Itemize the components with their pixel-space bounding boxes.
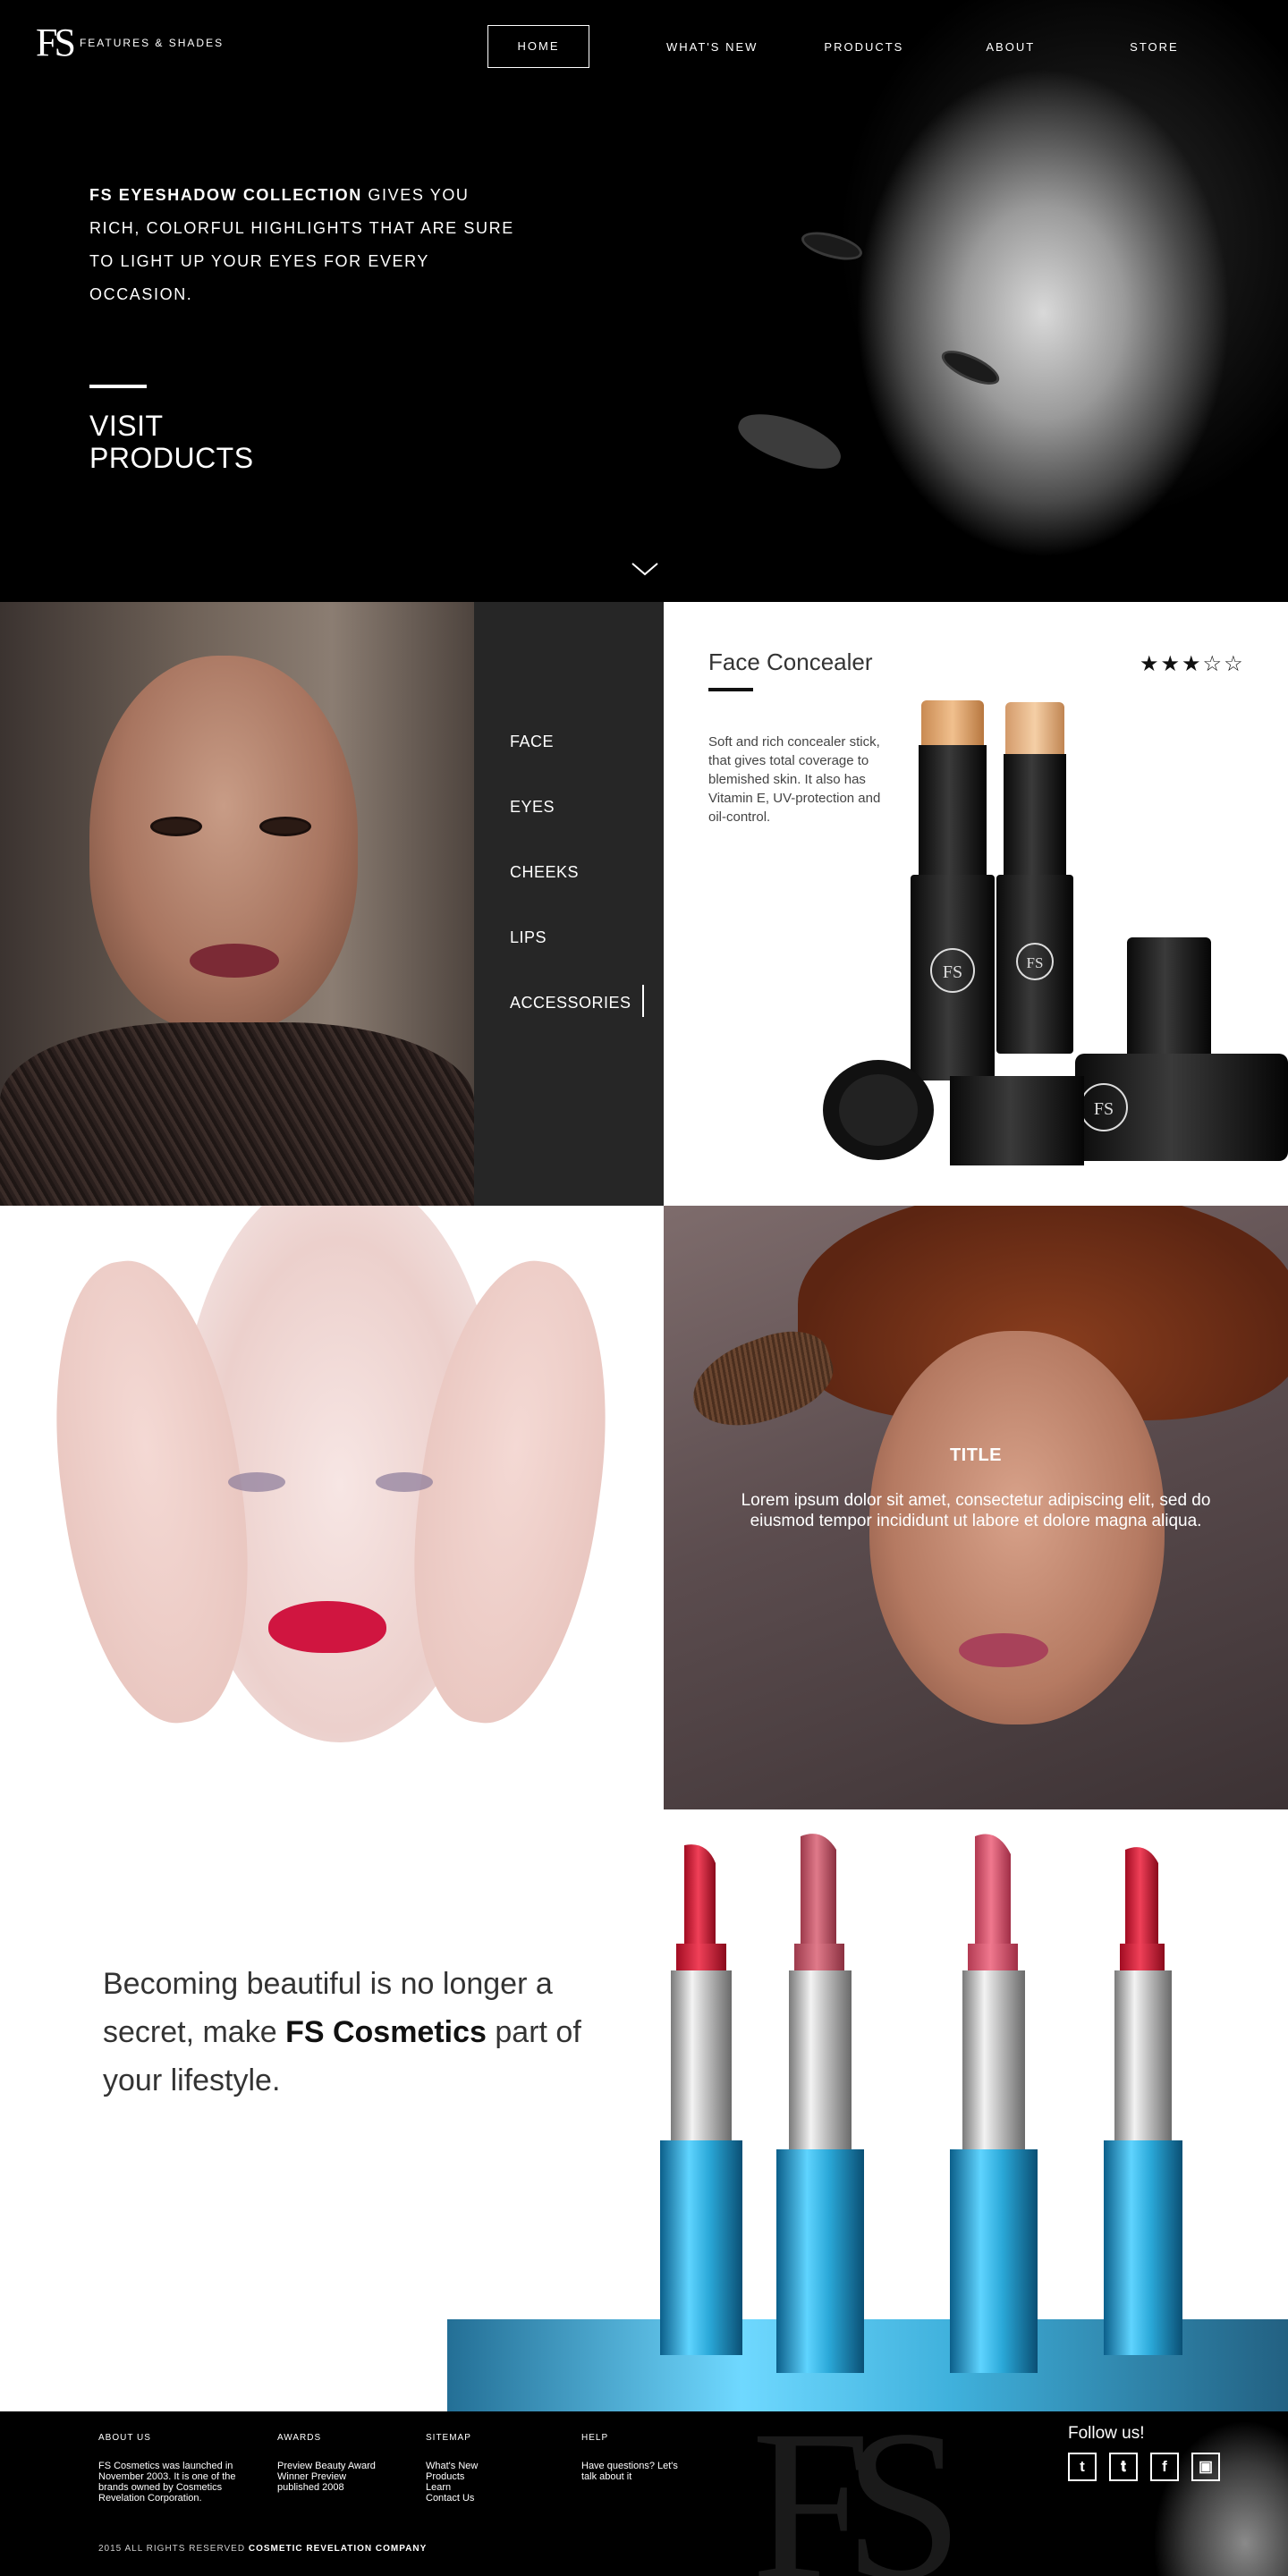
- star-filled-icon[interactable]: ★: [1140, 654, 1159, 675]
- feather-collar: [0, 1022, 474, 1206]
- sitemap-link[interactable]: What's New: [426, 2461, 524, 2471]
- main-nav: HOME WHAT'S NEW PRODUCTS ABOUT STORE: [487, 25, 1179, 68]
- footer-awards: AWARDS Preview Beauty Award Winner Previ…: [277, 2433, 376, 2493]
- copyright: 2015 ALL RIGHTS RESERVED COSMETIC REVELA…: [98, 2544, 427, 2554]
- category-list: FACE EYES CHEEKS LIPS ACCESSORIES: [510, 733, 631, 1059]
- feature-title: TITLE: [949, 1445, 1003, 1465]
- company-name: COSMETIC REVELATION COMPANY: [248, 2544, 428, 2554]
- sitemap-link[interactable]: Contact Us: [426, 2493, 524, 2504]
- category-item-face[interactable]: FACE: [510, 733, 631, 798]
- nav-products[interactable]: PRODUCTS: [824, 40, 903, 54]
- scroll-down-chevron-icon[interactable]: [631, 560, 658, 578]
- portrait-image-feather: [0, 602, 474, 1206]
- hero-lips: [732, 402, 848, 479]
- hero-headline-bold: FS EYESHADOW COLLECTION: [89, 186, 362, 204]
- feature-text: Lorem ipsum dolor sit amet, consectetur …: [741, 1491, 1211, 1530]
- brand-name: FEATURES & SHADES: [79, 37, 225, 49]
- product-card: Face Concealer ★ ★ ★ ☆ ☆ Soft and rich conce…: [664, 602, 1288, 1206]
- category-item-eyes[interactable]: EYES: [510, 798, 631, 863]
- star-empty-icon[interactable]: ☆: [1224, 654, 1243, 675]
- category-item-cheeks[interactable]: CHEEKS: [510, 863, 631, 928]
- portrait-eye-left: [150, 817, 202, 836]
- footer-about: ABOUT US FS Cosmetics was launched in No…: [98, 2433, 242, 2504]
- svg-text:FS: FS: [1027, 954, 1044, 971]
- portrait-eye-right: [376, 1472, 433, 1492]
- footer-about-text: FS Cosmetics was launched in November 20…: [98, 2461, 236, 2504]
- sitemap-link[interactable]: Learn: [426, 2482, 524, 2493]
- brand-logo[interactable]: FS FEATURES & SHADES: [36, 23, 224, 63]
- portrait-image-hands: [0, 1206, 664, 1809]
- feature-lips: [959, 1633, 1048, 1667]
- hero-eye-right: [936, 343, 1004, 392]
- svg-text:FS: FS: [943, 962, 962, 982]
- footer-watermark-logo: FS: [751, 2411, 963, 2576]
- footer-help-text[interactable]: Have questions? Let's talk about it: [581, 2461, 680, 2482]
- feature-card[interactable]: TITLE Lorem ipsum dolor sit amet, consec…: [664, 1206, 1288, 1809]
- footer-about-title: ABOUT US: [98, 2433, 151, 2443]
- hero-section: FS FEATURES & SHADES HOME WHAT'S NEW PRO…: [0, 0, 1288, 602]
- product-title: Face Concealer: [708, 648, 873, 675]
- footer-help: HELP Have questions? Let's talk about it: [581, 2433, 680, 2482]
- product-title-rule: [708, 688, 753, 691]
- social-links: t 𝐭 f ▣: [1068, 2453, 1220, 2481]
- twitter-icon[interactable]: t: [1068, 2453, 1097, 2481]
- concealer-product-image: FS FS FS: [823, 700, 1288, 1165]
- star-empty-icon[interactable]: ☆: [1203, 654, 1223, 675]
- footer-awards-title: AWARDS: [277, 2433, 322, 2443]
- footer-awards-text: Preview Beauty Award Winner Preview publ…: [277, 2461, 376, 2493]
- nav-store[interactable]: STORE: [1130, 40, 1179, 54]
- site-footer: FS ABOUT US FS Cosmetics was launched in…: [0, 2411, 1288, 2576]
- product-rating[interactable]: ★ ★ ★ ☆ ☆: [1140, 654, 1243, 675]
- brand-mark: FS: [36, 21, 76, 64]
- footer-sitemap-title: SITEMAP: [426, 2433, 471, 2443]
- nav-home[interactable]: HOME: [487, 25, 589, 68]
- copyright-text: 2015 ALL RIGHTS RESERVED: [98, 2544, 249, 2554]
- instagram-icon[interactable]: ▣: [1191, 2453, 1220, 2481]
- svg-text:FS: FS: [1094, 1099, 1114, 1119]
- hero-divider: [89, 385, 147, 388]
- tagline-section: Becoming beautiful is no longer a secret…: [0, 1809, 1288, 2411]
- footer-sitemap-list: What's New Products Learn Contact Us: [426, 2461, 524, 2504]
- facebook-icon[interactable]: f: [1150, 2453, 1179, 2481]
- category-item-lips[interactable]: LIPS: [510, 928, 631, 994]
- star-filled-icon[interactable]: ★: [1182, 654, 1201, 675]
- portrait-eye-right: [259, 817, 311, 836]
- nav-about[interactable]: ABOUT: [986, 40, 1035, 54]
- sitemap-link[interactable]: Products: [426, 2471, 524, 2482]
- nav-whats-new[interactable]: WHAT'S NEW: [666, 40, 758, 54]
- category-active-indicator: [642, 985, 644, 1017]
- category-item-accessories[interactable]: ACCESSORIES: [510, 994, 631, 1059]
- portrait-lips: [190, 944, 279, 978]
- portrait-eye-left: [228, 1472, 285, 1492]
- category-nav: FACE EYES CHEEKS LIPS ACCESSORIES: [474, 602, 664, 1206]
- footer-sitemap: SITEMAP What's New Products Learn Contact U…: [426, 2433, 524, 2504]
- star-filled-icon[interactable]: ★: [1161, 654, 1181, 675]
- twitter-bird-icon[interactable]: 𝐭: [1109, 2453, 1138, 2481]
- hero-portrait-image: [644, 0, 1288, 602]
- visit-products-link[interactable]: VISIT PRODUCTS: [89, 410, 286, 474]
- hero-eye-left: [798, 226, 866, 266]
- hero-headline: FS EYESHADOW COLLECTION GIVES YOU RICH, …: [89, 179, 519, 311]
- footer-help-title: HELP: [581, 2433, 609, 2443]
- portrait-red-lips: [268, 1601, 386, 1653]
- lipsticks-image: [447, 1834, 1288, 2411]
- footer-follow: Follow us! t 𝐭 f ▣: [1068, 2424, 1220, 2481]
- follow-us-label: Follow us!: [1068, 2424, 1145, 2443]
